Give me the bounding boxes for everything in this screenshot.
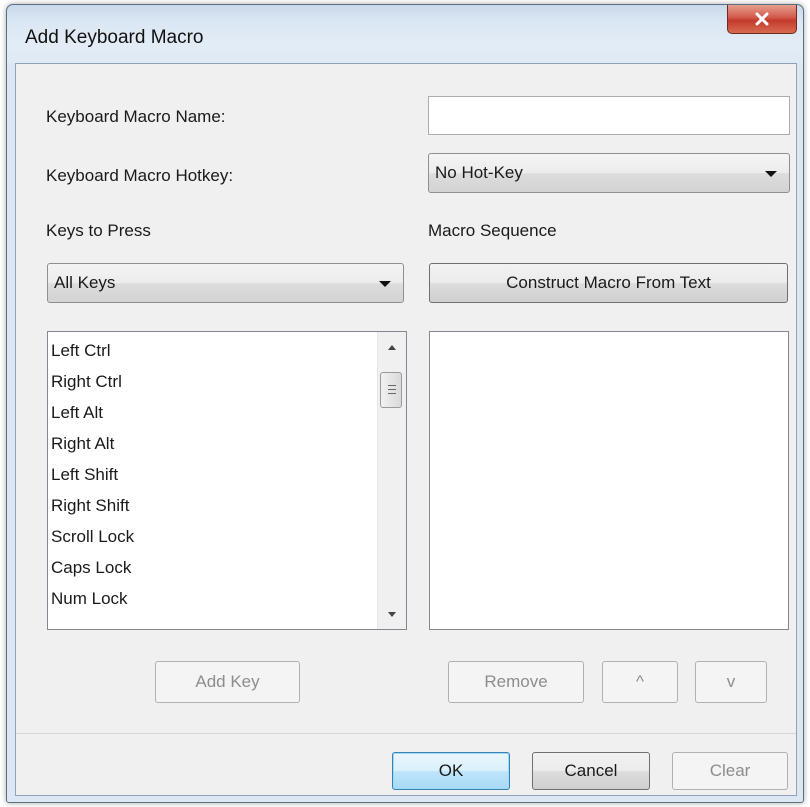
key-filter-value: All Keys bbox=[54, 273, 116, 292]
chevron-down-icon bbox=[765, 171, 777, 177]
keys-to-press-heading: Keys to Press bbox=[46, 221, 151, 240]
cancel-button[interactable]: Cancel bbox=[532, 752, 650, 790]
arrow-up-icon bbox=[388, 344, 396, 350]
remove-button[interactable]: Remove bbox=[448, 661, 584, 703]
list-item[interactable]: Left Shift bbox=[48, 459, 406, 490]
macro-name-input[interactable] bbox=[428, 96, 790, 135]
list-item[interactable]: Right Shift bbox=[48, 490, 406, 521]
hotkey-label: Keyboard Macro Hotkey: bbox=[46, 166, 234, 185]
add-key-button[interactable]: Add Key bbox=[155, 661, 300, 703]
key-filter-select[interactable]: All Keys bbox=[47, 263, 404, 303]
scrollbar-thumb[interactable] bbox=[380, 372, 402, 408]
macro-sequence-listbox[interactable] bbox=[429, 331, 789, 630]
dialog-window: Add Keyboard Macro Keyboard Macro Name: … bbox=[6, 4, 804, 803]
clear-button[interactable]: Clear bbox=[672, 752, 788, 790]
keys-list: Left Ctrl Right Ctrl Left Alt Right Alt … bbox=[48, 332, 406, 614]
footer-divider bbox=[16, 733, 796, 734]
chevron-down-icon bbox=[379, 281, 391, 287]
list-item[interactable]: Left Alt bbox=[48, 397, 406, 428]
list-item[interactable]: Right Alt bbox=[48, 428, 406, 459]
hotkey-select-value: No Hot-Key bbox=[435, 163, 523, 182]
grip-line bbox=[388, 393, 396, 394]
hotkey-select[interactable]: No Hot-Key bbox=[428, 153, 790, 193]
list-item[interactable]: Left Ctrl bbox=[48, 335, 406, 366]
grip-line bbox=[388, 389, 396, 390]
list-item[interactable]: Right Ctrl bbox=[48, 366, 406, 397]
ok-button[interactable]: OK bbox=[392, 752, 510, 790]
dialog-client-area: Keyboard Macro Name: Keyboard Macro Hotk… bbox=[15, 63, 797, 796]
move-down-button[interactable]: v bbox=[695, 661, 767, 703]
construct-macro-button[interactable]: Construct Macro From Text bbox=[429, 263, 788, 303]
arrow-down-icon bbox=[388, 611, 396, 617]
scroll-up-button[interactable] bbox=[378, 336, 406, 358]
macro-name-label: Keyboard Macro Name: bbox=[46, 107, 226, 126]
keys-scrollbar[interactable] bbox=[377, 332, 406, 629]
scroll-down-button[interactable] bbox=[378, 603, 406, 625]
grip-line bbox=[388, 385, 396, 386]
list-item[interactable]: Caps Lock bbox=[48, 552, 406, 583]
keys-listbox[interactable]: Left Ctrl Right Ctrl Left Alt Right Alt … bbox=[47, 331, 407, 630]
list-item[interactable]: Scroll Lock bbox=[48, 521, 406, 552]
move-up-button[interactable]: ^ bbox=[602, 661, 678, 703]
close-icon bbox=[755, 12, 769, 26]
window-title: Add Keyboard Macro bbox=[25, 27, 204, 48]
list-item[interactable]: Num Lock bbox=[48, 583, 406, 614]
macro-sequence-heading: Macro Sequence bbox=[428, 221, 557, 240]
close-button[interactable] bbox=[727, 5, 797, 34]
